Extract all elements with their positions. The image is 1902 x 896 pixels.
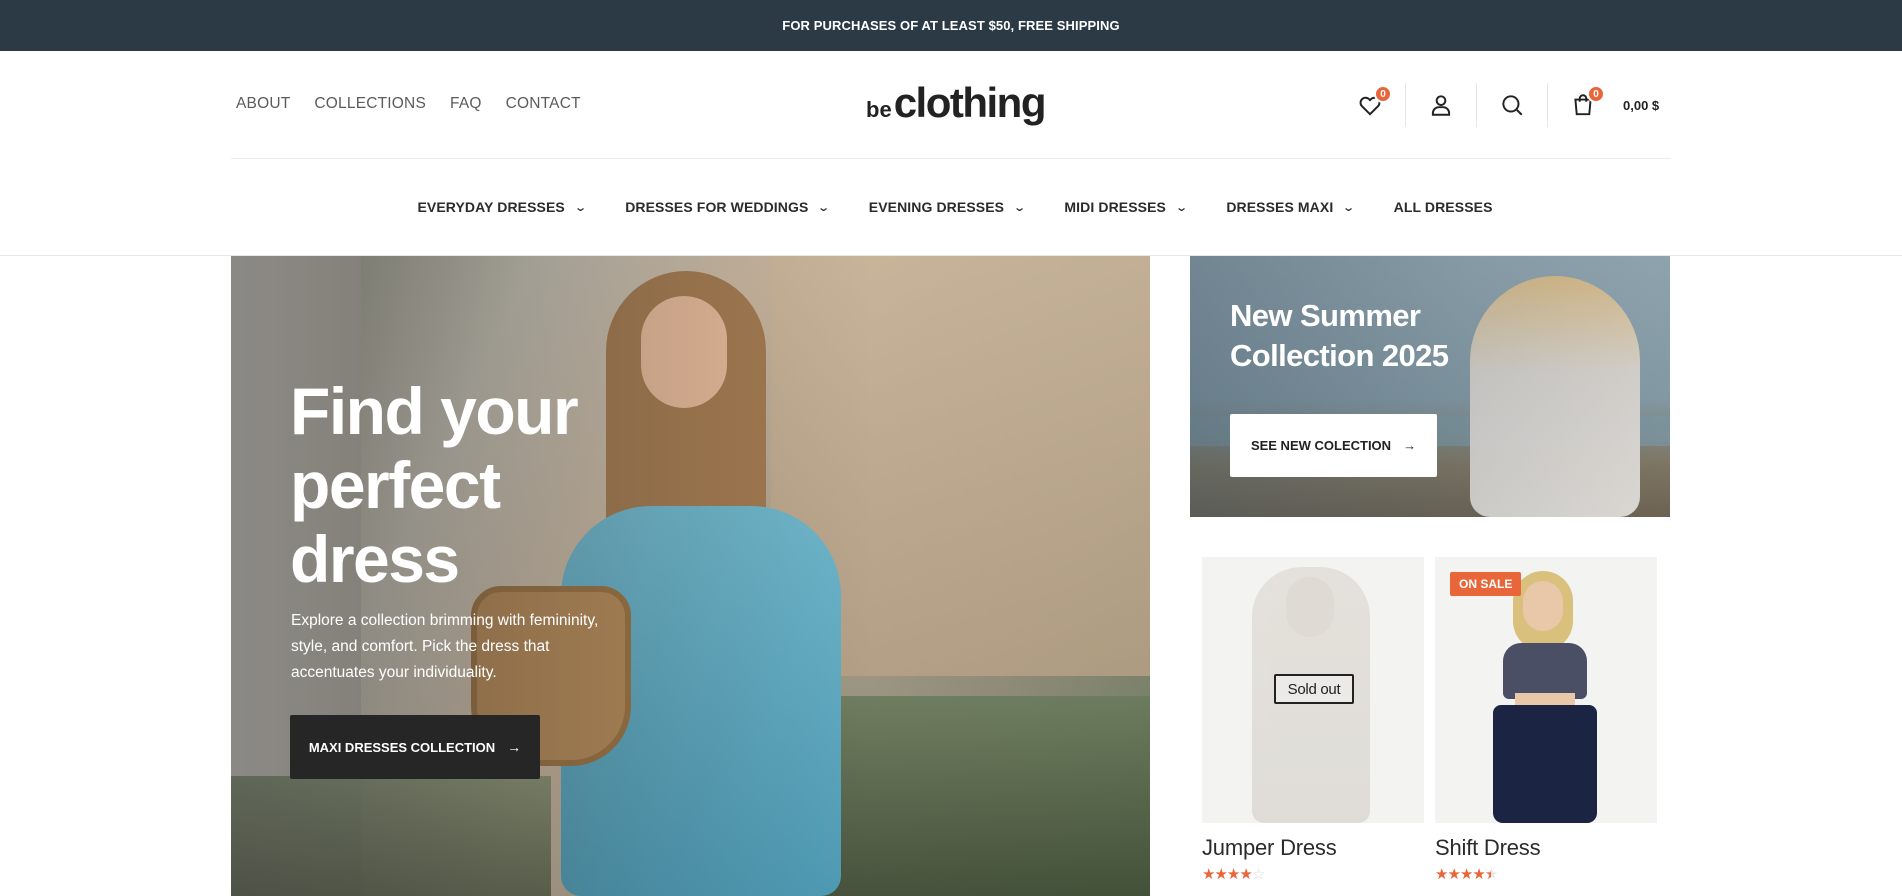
product-image[interactable]: ON SALE bbox=[1435, 557, 1657, 823]
category-all-dresses[interactable]: ALL DRESSES bbox=[1394, 199, 1493, 215]
category-evening-dresses[interactable]: EVENING DRESSES ⌄ bbox=[868, 199, 1027, 215]
product-name[interactable]: Shift Dress bbox=[1435, 835, 1657, 861]
star-icon: ☆ bbox=[1251, 866, 1265, 883]
site-header: ABOUT COLLECTIONS FAQ CONTACT be clothin… bbox=[0, 51, 1902, 157]
star-icon: ★ bbox=[1435, 866, 1448, 883]
see-new-collection-button[interactable]: SEE NEW COLECTION → bbox=[1230, 414, 1437, 477]
star-icon: ★ bbox=[1484, 866, 1498, 883]
star-icon: ★ bbox=[1447, 866, 1460, 883]
product-card[interactable]: Sold out Jumper Dress ★★★★☆ bbox=[1202, 557, 1424, 883]
logo-prefix: be bbox=[866, 97, 892, 122]
button-label: MAXI DRESSES COLLECTION bbox=[308, 739, 496, 755]
chevron-down-icon: ⌄ bbox=[1013, 201, 1027, 214]
product-photo-model bbox=[1489, 565, 1605, 823]
hero-banner: Find your perfect dress Explore a collec… bbox=[231, 256, 1150, 896]
button-label: SEE NEW COLECTION bbox=[1250, 438, 1392, 453]
star-icon: ★ bbox=[1472, 866, 1485, 883]
category-menu: EVERYDAY DRESSES ⌄ DRESSES FOR WEDDINGS ⌄ … bbox=[0, 159, 1902, 256]
arrow-right-icon: → bbox=[1403, 438, 1417, 453]
promo-title: New Summer Collection 2025 bbox=[1230, 296, 1490, 376]
arrow-right-icon: → bbox=[507, 739, 522, 755]
category-label: ALL DRESSES bbox=[1393, 199, 1493, 215]
wishlist-button[interactable]: 0 bbox=[1352, 85, 1392, 123]
on-sale-badge: ON SALE bbox=[1450, 572, 1522, 596]
cart-count-badge: 0 bbox=[1587, 85, 1605, 103]
product-photo-face bbox=[1523, 581, 1563, 631]
maxi-dresses-collection-button[interactable]: MAXI DRESSES COLLECTION → bbox=[290, 715, 540, 779]
hero-title: Find your perfect dress bbox=[290, 374, 710, 596]
nav-faq[interactable]: FAQ bbox=[450, 95, 482, 113]
search-button[interactable] bbox=[1494, 87, 1530, 123]
star-icon: ★ bbox=[1459, 866, 1473, 883]
category-label: DRESSES MAXI bbox=[1226, 199, 1334, 215]
divider bbox=[1405, 83, 1406, 127]
product-rating: ★★★★★ bbox=[1435, 865, 1657, 883]
cart-button[interactable]: 0 bbox=[1565, 85, 1605, 123]
category-everyday-dresses[interactable]: EVERYDAY DRESSES ⌄ bbox=[417, 199, 588, 215]
product-photo-head bbox=[1286, 577, 1334, 637]
product-photo-top bbox=[1503, 643, 1587, 699]
product-card[interactable]: ON SALE Shift Dress ★★★★★ bbox=[1435, 557, 1657, 883]
product-image[interactable]: Sold out bbox=[1202, 557, 1424, 823]
category-label: EVERYDAY DRESSES bbox=[417, 199, 565, 215]
announcement-text: FOR PURCHASES OF AT LEAST $50, FREE SHIP… bbox=[782, 18, 1120, 33]
nav-collections[interactable]: COLLECTIONS bbox=[314, 95, 426, 113]
nav-about[interactable]: ABOUT bbox=[236, 95, 290, 113]
account-button[interactable] bbox=[1423, 87, 1459, 123]
category-label: EVENING DRESSES bbox=[868, 199, 1005, 215]
star-icon: ★ bbox=[1226, 866, 1240, 883]
category-label: MIDI DRESSES bbox=[1064, 199, 1166, 215]
cart-total[interactable]: 0,00 $ bbox=[1623, 98, 1659, 113]
wishlist-count-badge: 0 bbox=[1374, 85, 1392, 103]
category-midi-dresses[interactable]: MIDI DRESSES ⌄ bbox=[1064, 199, 1189, 215]
category-dresses-maxi[interactable]: DRESSES MAXI ⌄ bbox=[1226, 199, 1356, 215]
star-icon: ★ bbox=[1214, 866, 1227, 883]
user-icon bbox=[1431, 95, 1451, 116]
product-rating: ★★★★☆ bbox=[1202, 865, 1424, 883]
hero-title-line: perfect bbox=[290, 448, 501, 522]
hero-title-line: dress bbox=[290, 522, 460, 596]
promo-title-line: New Summer bbox=[1230, 298, 1421, 333]
announcement-bar: FOR PURCHASES OF AT LEAST $50, FREE SHIP… bbox=[0, 0, 1902, 51]
search-icon bbox=[1502, 95, 1523, 116]
header-actions: 0 0 0,00 $ bbox=[1352, 83, 1659, 127]
sold-out-badge: Sold out bbox=[1274, 674, 1354, 704]
chevron-down-icon: ⌄ bbox=[1175, 201, 1189, 214]
divider bbox=[1547, 83, 1548, 127]
category-dresses-for-weddings[interactable]: DRESSES FOR WEDDINGS ⌄ bbox=[625, 199, 831, 215]
hero-description: Explore a collection brimming with femin… bbox=[291, 612, 599, 681]
star-icon: ★ bbox=[1239, 866, 1252, 883]
promo-title-line: Collection 2025 bbox=[1230, 338, 1449, 373]
chevron-down-icon: ⌄ bbox=[1342, 201, 1356, 214]
product-name[interactable]: Jumper Dress bbox=[1202, 835, 1424, 861]
product-photo-skirt bbox=[1493, 705, 1597, 823]
summer-collection-banner[interactable]: New Summer Collection 2025 SEE NEW COLEC… bbox=[1190, 256, 1670, 517]
chevron-down-icon: ⌄ bbox=[573, 201, 588, 214]
primary-nav: ABOUT COLLECTIONS FAQ CONTACT bbox=[236, 95, 581, 113]
divider bbox=[1476, 83, 1477, 127]
star-icon: ★ bbox=[1202, 866, 1215, 883]
chevron-down-icon: ⌄ bbox=[817, 201, 831, 214]
logo-wordmark: clothing bbox=[893, 79, 1047, 126]
category-label: DRESSES FOR WEDDINGS bbox=[625, 199, 809, 215]
hero-title-line: Find your bbox=[290, 374, 579, 448]
site-logo[interactable]: be clothing bbox=[866, 79, 1047, 127]
nav-contact[interactable]: CONTACT bbox=[506, 95, 581, 113]
